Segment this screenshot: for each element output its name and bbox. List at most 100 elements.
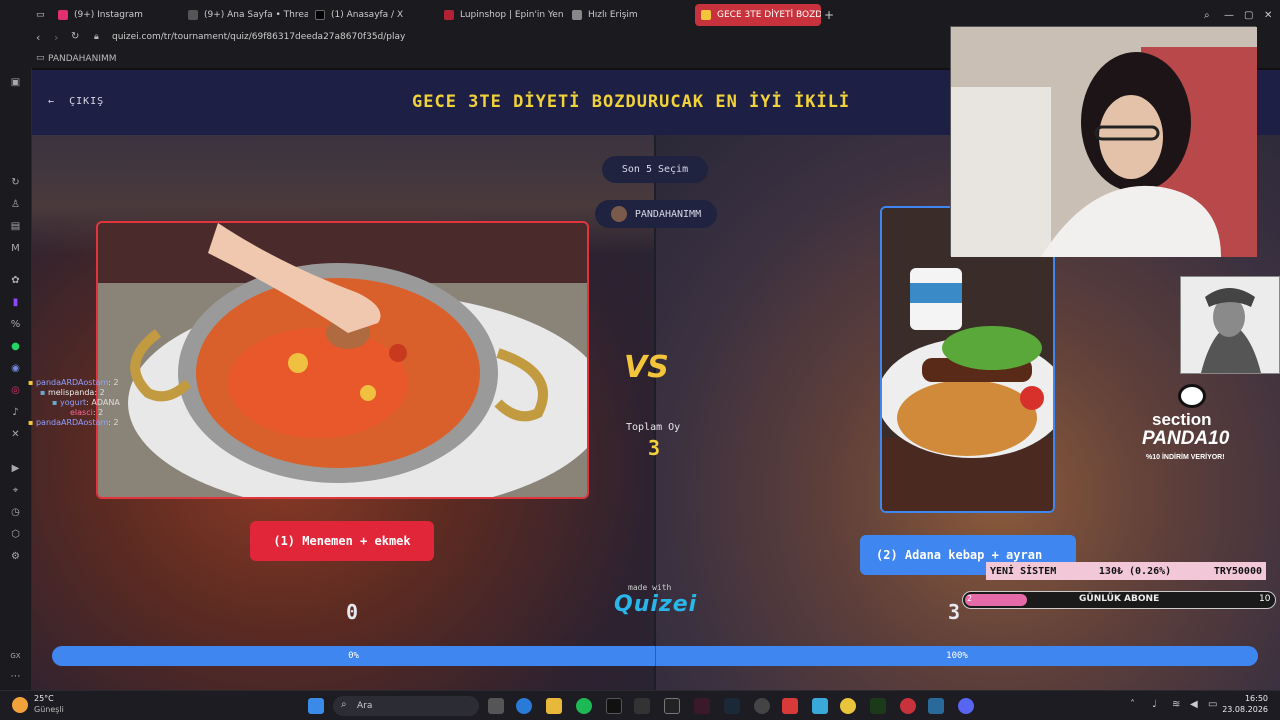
chevron-up-icon[interactable]: ˄ xyxy=(1130,699,1135,710)
close-window-icon[interactable]: ✕ xyxy=(1264,4,1272,26)
left-percent: 0% xyxy=(348,651,359,661)
reload-icon[interactable]: ↻ xyxy=(71,31,79,42)
choice-button-left[interactable]: (1) Menemen + ekmek xyxy=(250,521,434,561)
chat-message: ▪ melispanda: 2 xyxy=(40,388,105,397)
ticker-goal: TRY50000 xyxy=(1213,565,1262,577)
box-icon[interactable]: ⬡ xyxy=(9,528,22,541)
clock-time[interactable]: 16:50 xyxy=(1228,694,1268,703)
opera-taskbar-icon[interactable] xyxy=(900,698,916,714)
tab-instagram[interactable]: (9+) Instagram xyxy=(58,4,178,26)
taskbar-search[interactable]: ⌕ Ara xyxy=(333,696,479,716)
battery-icon[interactable]: ▭ xyxy=(1208,699,1217,710)
instagram-favicon-icon xyxy=(58,10,68,20)
forward-icon[interactable]: › xyxy=(54,31,58,44)
tab-overview-icon[interactable]: ▭ xyxy=(36,4,52,26)
quizei-favicon-icon xyxy=(701,10,711,20)
webcam-overlay xyxy=(950,26,1257,257)
maximize-icon[interactable]: ▢ xyxy=(1244,4,1253,26)
chat-message: ▪ yogurt: ADANA xyxy=(52,398,120,407)
threads-favicon-icon xyxy=(188,10,198,20)
tab-x[interactable]: (1) Anasayfa / X xyxy=(315,4,435,26)
volume-icon[interactable]: ◀ xyxy=(1190,699,1198,710)
discord-taskbar-icon[interactable] xyxy=(958,698,974,714)
settings-icon[interactable]: ⚙ xyxy=(9,550,22,563)
portrait-image xyxy=(1181,277,1279,373)
menemen-image xyxy=(98,223,587,497)
tab-quizei-active[interactable]: GECE 3TE DİYETİ BOZDUR xyxy=(695,4,821,26)
tiktok-taskbar-icon[interactable] xyxy=(606,698,622,714)
capcut-icon[interactable] xyxy=(664,698,680,714)
refresh-icon[interactable]: ↻ xyxy=(9,176,22,189)
clock-date[interactable]: 23.08.2026 xyxy=(1220,705,1268,714)
play-icon[interactable]: ▶ xyxy=(9,462,22,475)
avatar xyxy=(610,206,627,222)
gamepad-icon[interactable]: ▣ xyxy=(9,76,22,89)
new-tab-button[interactable]: + xyxy=(824,4,836,26)
app-blue-icon[interactable] xyxy=(928,698,944,714)
bookmark-folder[interactable]: PANDAHANIMM xyxy=(48,54,117,64)
promo-overlay: section PANDA10 %10 İNDİRİM VERİYOR! xyxy=(1128,384,1258,468)
search-icon: ⌕ xyxy=(341,699,347,710)
right-percent: 100% xyxy=(946,651,968,661)
tiktok-icon[interactable]: ♪ xyxy=(9,406,22,419)
discord-icon[interactable]: ◉ xyxy=(9,362,22,375)
back-icon[interactable]: ‹ xyxy=(36,31,40,44)
wifi-icon[interactable]: ≋ xyxy=(1172,699,1180,710)
quizei-logo[interactable]: Quizei xyxy=(614,592,697,617)
mic-icon[interactable]: ♩ xyxy=(1152,699,1157,710)
app-green-icon[interactable] xyxy=(870,698,886,714)
left-score: 0 xyxy=(346,600,359,624)
exit-button[interactable]: ← ÇIKIŞ xyxy=(48,96,104,107)
edge-icon[interactable] xyxy=(516,698,532,714)
quick-access-favicon-icon xyxy=(572,10,582,20)
chat-message: ▪ pandaARDAostam: 2 xyxy=(28,418,119,427)
subscriber-goal-fill xyxy=(965,594,1027,606)
app-red-icon[interactable] xyxy=(782,698,798,714)
chrome-icon[interactable] xyxy=(840,698,856,714)
minimize-icon[interactable]: — xyxy=(1224,4,1234,26)
webcam-image xyxy=(951,27,1257,257)
tab-threads[interactable]: (9+) Ana Sayfa • Threads xyxy=(188,4,308,26)
pin-icon[interactable]: ⌖ xyxy=(9,484,22,497)
choice-card-left[interactable] xyxy=(96,221,589,499)
ticker-name: YENİ SİSTEM xyxy=(990,565,1057,577)
explorer-icon[interactable] xyxy=(546,698,562,714)
chatgpt-icon[interactable]: ✿ xyxy=(9,274,22,287)
right-score: 3 xyxy=(948,600,961,624)
twitch-icon[interactable]: ▮ xyxy=(9,296,22,309)
vote-progress-bar: 0% 100% xyxy=(52,646,1258,666)
lock-icon: 🔒︎ xyxy=(94,32,99,42)
windows-start-icon[interactable] xyxy=(308,698,324,714)
valorant-icon[interactable] xyxy=(694,698,710,714)
whatsapp-icon[interactable]: ● xyxy=(9,340,22,353)
m-icon[interactable]: M xyxy=(9,242,22,255)
tab-bar: ▭ (9+) Instagram (9+) Ana Sayfa • Thread… xyxy=(0,0,1280,28)
card-icon[interactable]: ▤ xyxy=(9,220,22,233)
notepad-icon[interactable] xyxy=(812,698,828,714)
search-tabs-icon[interactable]: ⌕ xyxy=(1204,4,1210,26)
weather-icon[interactable] xyxy=(12,697,28,713)
sub-goal-label: GÜNLÜK ABONE xyxy=(1079,594,1160,604)
browser-sidebar: ⌂ ▣ ↻ ♙ ▤ M ✿ ▮ % ● ◉ ◎ ♪ ✕ ▶ ⌖ ◷ ⬡ ⚙ GX… xyxy=(0,0,32,690)
arrow-left-icon: ← xyxy=(48,96,56,107)
instagram-icon[interactable]: ◎ xyxy=(9,384,22,397)
clock-icon[interactable]: ◷ xyxy=(9,506,22,519)
taskview-icon[interactable] xyxy=(488,698,504,714)
url-field[interactable]: quizei.com/tr/tournament/quiz/69f86317de… xyxy=(112,32,405,42)
steam-icon[interactable] xyxy=(724,698,740,714)
gx-icon[interactable]: GX xyxy=(9,650,22,663)
subscriber-goal-bar: 2 GÜNLÜK ABONE 10 xyxy=(962,591,1276,609)
more-icon[interactable]: ⋯ xyxy=(9,670,22,683)
tab-quick-access[interactable]: Hızlı Erişim xyxy=(572,4,682,26)
chat-overlay: ▪ pandaARDAostam: 2 ▪ melispanda: 2 ▪ yo… xyxy=(28,378,120,428)
percent-icon[interactable]: % xyxy=(9,318,22,331)
bag-icon[interactable]: ♙ xyxy=(9,198,22,211)
obs-icon[interactable] xyxy=(754,698,770,714)
x-icon[interactable]: ✕ xyxy=(9,428,22,441)
x-favicon-icon xyxy=(315,10,325,20)
epic-icon[interactable] xyxy=(634,698,650,714)
vs-logo: VS xyxy=(624,350,669,385)
tab-lupinshop[interactable]: Lupinshop | Epin'in Yeni Mu xyxy=(444,4,564,26)
last-choices-button[interactable]: Son 5 Seçim xyxy=(602,156,708,183)
spotify-icon[interactable] xyxy=(576,698,592,714)
